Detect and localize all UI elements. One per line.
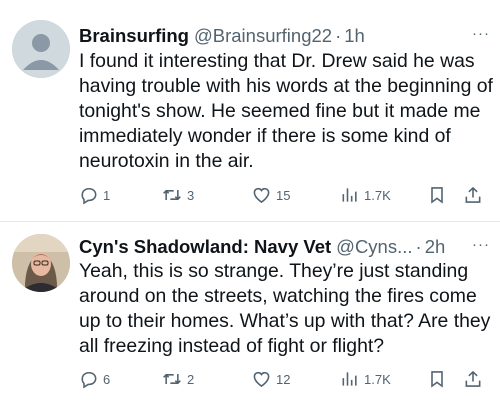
share-icon <box>465 370 481 387</box>
bookmark-button[interactable] <box>427 184 447 206</box>
user-handle[interactable]: @Brainsurfing22 <box>194 24 332 48</box>
avatar[interactable] <box>12 234 70 292</box>
tweet-actions: 1 3 15 1.7K <box>79 184 489 206</box>
like-count: 15 <box>276 187 291 203</box>
profile-photo <box>12 234 70 292</box>
timestamp[interactable]: 2h <box>425 235 446 259</box>
display-name[interactable]: Cyn's Shadowland: Navy Vet <box>79 235 331 259</box>
separator: · <box>335 25 342 46</box>
views-button[interactable]: 1.7K <box>340 184 391 206</box>
reply-button[interactable]: 6 <box>79 368 110 390</box>
bookmark-icon <box>431 187 443 204</box>
reply-count: 1 <box>103 187 111 203</box>
repost-button[interactable]: 2 <box>161 368 194 390</box>
views-count: 1.7K <box>364 187 391 203</box>
share-button[interactable] <box>463 368 483 390</box>
reply-count: 6 <box>103 371 111 387</box>
heart-icon <box>253 187 270 204</box>
repost-icon <box>163 373 181 385</box>
bookmark-icon <box>431 371 443 388</box>
tweet-text: I found it interesting that Dr. Drew sai… <box>79 50 493 172</box>
heart-icon <box>253 371 270 388</box>
share-icon <box>465 186 481 203</box>
avatar[interactable] <box>12 20 70 78</box>
share-button[interactable] <box>463 184 483 206</box>
separator: · <box>415 236 422 257</box>
reply-icon <box>81 187 97 205</box>
tweet-header: Cyn's Shadowland: Navy Vet @Cyns... · 2h… <box>79 235 490 259</box>
user-handle[interactable]: @Cyns... <box>336 235 412 259</box>
display-name[interactable]: Brainsurfing <box>79 24 189 48</box>
tweet[interactable]: Cyn's Shadowland: Navy Vet @Cyns... · 2h… <box>0 222 500 404</box>
tweet-header: Brainsurfing @Brainsurfing22 · 1h ··· <box>79 24 490 48</box>
like-button[interactable]: 15 <box>251 184 290 206</box>
bookmark-button[interactable] <box>427 368 447 390</box>
more-options-icon[interactable]: ··· <box>472 233 490 257</box>
tweet-text: Yeah, this is so strange. They’re just s… <box>79 260 491 357</box>
repost-count: 3 <box>187 187 195 203</box>
more-options-icon[interactable]: ··· <box>472 22 490 46</box>
like-count: 12 <box>276 371 291 387</box>
repost-icon <box>163 189 181 201</box>
views-button[interactable]: 1.7K <box>340 368 391 390</box>
repost-button[interactable]: 3 <box>161 184 194 206</box>
views-icon <box>342 372 357 386</box>
like-button[interactable]: 12 <box>251 368 290 390</box>
reply-icon <box>81 371 97 389</box>
reply-button[interactable]: 1 <box>79 184 110 206</box>
views-icon <box>342 188 357 202</box>
views-count: 1.7K <box>364 371 391 387</box>
default-avatar-icon <box>12 20 70 78</box>
tweet-actions: 6 2 12 1.7K <box>79 368 489 390</box>
tweet[interactable]: Brainsurfing @Brainsurfing22 · 1h ··· I … <box>0 0 500 222</box>
repost-count: 2 <box>187 371 195 387</box>
timestamp[interactable]: 1h <box>344 24 365 48</box>
